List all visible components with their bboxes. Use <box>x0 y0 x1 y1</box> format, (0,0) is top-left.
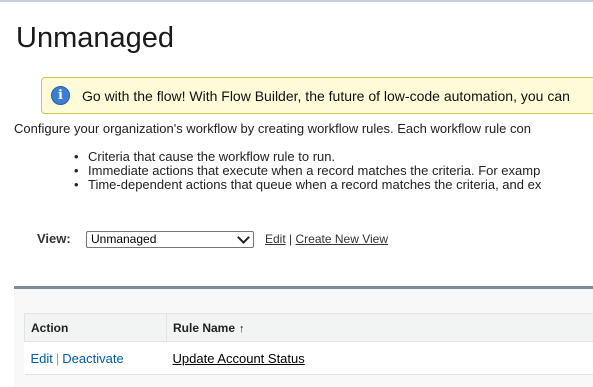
bullet-item: Immediate actions that execute when a re… <box>74 164 541 179</box>
column-header-rule-name[interactable]: Rule Name ↑ <box>166 313 593 342</box>
bullet-item: Time-dependent actions that queue when a… <box>74 178 541 193</box>
chevron-down-icon <box>237 231 250 244</box>
banner-text: Go with the flow! With Flow Builder, the… <box>82 88 570 104</box>
bullet-list: Criteria that cause the workflow rule to… <box>74 150 541 193</box>
create-new-view-link[interactable]: Create New View <box>296 232 388 246</box>
column-header-action: Action <box>24 313 167 342</box>
rule-name-cell: Update Account Status <box>166 341 593 375</box>
rules-table: Action Rule Name ↑ Edit | Deactivate Update… <box>24 313 593 375</box>
sort-ascending-icon: ↑ <box>239 322 245 335</box>
table-header-row: Action Rule Name ↑ <box>24 313 593 342</box>
action-cell: Edit | Deactivate <box>24 341 167 375</box>
view-link-separator: | <box>289 232 293 246</box>
view-links: Edit | Create New View <box>265 232 388 246</box>
page-title: Unmanaged <box>16 22 174 54</box>
view-select[interactable]: Unmanaged <box>86 231 254 248</box>
rule-name-link[interactable]: Update Account Status <box>173 351 305 366</box>
edit-view-link[interactable]: Edit <box>265 232 286 246</box>
top-border <box>0 0 593 2</box>
action-separator: | <box>55 350 60 366</box>
info-banner: i Go with the flow! With Flow Builder, t… <box>41 77 593 114</box>
view-select-value: Unmanaged <box>91 232 157 246</box>
deactivate-rule-link[interactable]: Deactivate <box>62 351 123 366</box>
view-label: View: <box>37 231 71 246</box>
info-icon: i <box>51 86 70 105</box>
intro-text: Configure your organization's workflow b… <box>14 121 531 136</box>
edit-rule-link[interactable]: Edit <box>31 351 53 366</box>
table-row: Edit | Deactivate Update Account Status <box>24 341 593 375</box>
bullet-item: Criteria that cause the workflow rule to… <box>74 150 541 165</box>
